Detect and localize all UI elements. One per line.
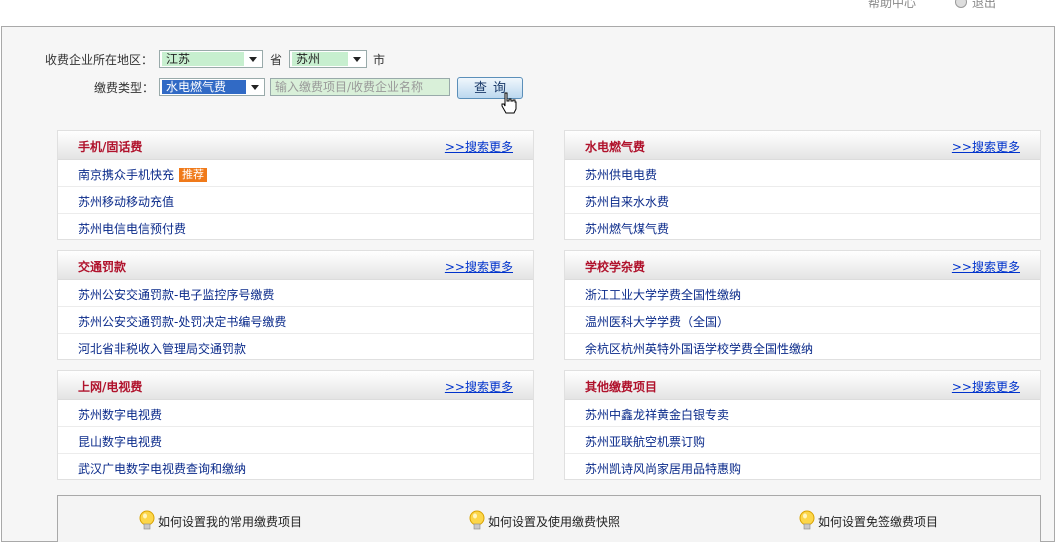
help-link[interactable]: 如何设置我的常用缴费项目	[158, 513, 302, 530]
list-item: 余杭区杭州英特外国语学校学费全国性缴纳	[565, 334, 1040, 361]
region-row: 收费企业所在地区：	[45, 49, 153, 69]
search-more-link[interactable]: >>搜索更多	[445, 258, 513, 275]
province-select[interactable]: 江苏	[159, 50, 263, 68]
help-box: 如何设置我的常用缴费项目 如何设置及使用缴费快照 如何设置免签缴费项目	[57, 495, 1041, 542]
city-select[interactable]: 苏州	[289, 50, 367, 68]
item-link[interactable]: 河北省非税收入管理局交通罚款	[78, 340, 246, 357]
help-item[interactable]: 如何设置我的常用缴费项目	[138, 510, 302, 532]
search-more-link[interactable]: >>搜索更多	[445, 378, 513, 395]
panel-utilities: 水电燃气费 >>搜索更多 苏州供电电费 苏州自来水水费 苏州燃气煤气费	[564, 130, 1041, 240]
panel-header: 上网/电视费 >>搜索更多	[58, 371, 533, 400]
panel-phone: 手机/固话费 >>搜索更多 南京携众手机快充 推荐 苏州移动移动充值 苏州电信电信…	[57, 130, 534, 240]
list-item: 苏州燃气煤气费	[565, 214, 1040, 241]
list-item: 南京携众手机快充 推荐	[58, 160, 533, 187]
panel-traffic: 交通罚款 >>搜索更多 苏州公安交通罚款-电子监控序号缴费 苏州公安交通罚款-处…	[57, 250, 534, 360]
city-suffix: 市	[373, 52, 386, 67]
item-link[interactable]: 浙江工业大学学费全国性缴纳	[585, 286, 741, 303]
list-item: 苏州自来水水费	[565, 187, 1040, 214]
search-more-link[interactable]: >>搜索更多	[952, 378, 1020, 395]
chevron-down-icon[interactable]	[246, 52, 260, 66]
list-item: 浙江工业大学学费全国性缴纳	[565, 280, 1040, 307]
province-suffix: 省	[270, 52, 283, 67]
list-item: 苏州公安交通罚款-电子监控序号缴费	[58, 280, 533, 307]
list-item: 昆山数字电视费	[58, 427, 533, 454]
item-link[interactable]: 苏州公安交通罚款-处罚决定书编号缴费	[78, 313, 286, 330]
top-link-exit[interactable]: 退出	[972, 0, 996, 11]
panel-school: 学校学杂费 >>搜索更多 浙江工业大学学费全国性缴纳 温州医科大学学费（全国） …	[564, 250, 1041, 360]
help-link[interactable]: 如何设置免签缴费项目	[818, 513, 938, 530]
item-link[interactable]: 苏州凯诗风尚家居用品特惠购	[585, 460, 741, 477]
recommend-badge: 推荐	[179, 168, 208, 182]
type-select[interactable]: 水电燃气费	[159, 78, 265, 96]
item-link[interactable]: 苏州亚联航空机票订购	[585, 433, 705, 450]
item-link[interactable]: 武汉广电数字电视费查询和缴纳	[78, 460, 246, 477]
chevron-down-icon[interactable]	[350, 52, 364, 66]
panel-title: 其他缴费项目	[585, 380, 658, 394]
type-label: 缴费类型：	[94, 80, 155, 95]
item-link[interactable]: 苏州移动移动充值	[78, 193, 174, 210]
item-link[interactable]: 苏州公安交通罚款-电子监控序号缴费	[78, 286, 274, 303]
panel-header: 手机/固话费 >>搜索更多	[58, 131, 533, 160]
list-item: 苏州中鑫龙祥黄金白银专卖	[565, 400, 1040, 427]
item-link[interactable]: 苏州自来水水费	[585, 193, 669, 210]
item-link[interactable]: 温州医科大学学费（全国）	[585, 313, 729, 330]
top-link-help[interactable]: 帮助中心	[868, 0, 916, 11]
help-link[interactable]: 如何设置及使用缴费快照	[488, 513, 620, 530]
panel-header: 水电燃气费 >>搜索更多	[565, 131, 1040, 160]
item-link[interactable]: 昆山数字电视费	[78, 433, 162, 450]
item-link[interactable]: 苏州数字电视费	[78, 406, 162, 423]
list-item: 苏州亚联航空机票订购	[565, 427, 1040, 454]
panel-title: 上网/电视费	[78, 380, 143, 394]
list-item: 苏州公安交通罚款-处罚决定书编号缴费	[58, 307, 533, 334]
list-item: 苏州移动移动充值	[58, 187, 533, 214]
exit-icon[interactable]	[955, 0, 967, 8]
panel-title: 水电燃气费	[585, 140, 646, 154]
search-more-link[interactable]: >>搜索更多	[952, 258, 1020, 275]
list-item: 温州医科大学学费（全国）	[565, 307, 1040, 334]
type-value: 水电燃气费	[162, 80, 246, 94]
list-item: 苏州凯诗风尚家居用品特惠购	[565, 454, 1040, 481]
list-item: 河北省非税收入管理局交通罚款	[58, 334, 533, 361]
province-value: 江苏	[162, 52, 244, 66]
lightbulb-icon	[469, 510, 485, 530]
city-value: 苏州	[292, 52, 348, 66]
panel-other: 其他缴费项目 >>搜索更多 苏州中鑫龙祥黄金白银专卖 苏州亚联航空机票订购 苏州…	[564, 370, 1041, 480]
hand-cursor-icon	[501, 92, 517, 114]
panel-title: 学校学杂费	[585, 260, 646, 274]
list-item: 苏州数字电视费	[58, 400, 533, 427]
keyword-input[interactable]: 输入缴费项目/收费企业名称	[270, 78, 450, 96]
lightbulb-icon	[139, 510, 155, 530]
item-link[interactable]: 苏州供电电费	[585, 166, 657, 183]
help-item[interactable]: 如何设置免签缴费项目	[798, 510, 938, 532]
item-link[interactable]: 苏州中鑫龙祥黄金白银专卖	[585, 406, 729, 423]
lightbulb-icon	[799, 510, 815, 530]
panel-title: 交通罚款	[78, 260, 127, 274]
panel-header: 交通罚款 >>搜索更多	[58, 251, 533, 280]
item-link[interactable]: 余杭区杭州英特外国语学校学费全国性缴纳	[585, 340, 813, 357]
search-more-link[interactable]: >>搜索更多	[445, 138, 513, 155]
panel-header: 其他缴费项目 >>搜索更多	[565, 371, 1040, 400]
list-item: 武汉广电数字电视费查询和缴纳	[58, 454, 533, 481]
panel-header: 学校学杂费 >>搜索更多	[565, 251, 1040, 280]
list-item: 苏州供电电费	[565, 160, 1040, 187]
panel-internet-tv: 上网/电视费 >>搜索更多 苏州数字电视费 昆山数字电视费 武汉广电数字电视费查…	[57, 370, 534, 480]
help-item[interactable]: 如何设置及使用缴费快照	[468, 510, 620, 532]
top-strip: 帮助中心 退出	[0, 0, 1056, 26]
region-label: 收费企业所在地区：	[45, 52, 154, 67]
panel-title: 手机/固话费	[78, 140, 143, 154]
item-link[interactable]: 苏州燃气煤气费	[585, 220, 669, 237]
search-more-link[interactable]: >>搜索更多	[952, 138, 1020, 155]
item-link[interactable]: 苏州电信电信预付费	[78, 220, 186, 237]
chevron-down-icon[interactable]	[248, 80, 262, 94]
list-item: 苏州电信电信预付费	[58, 214, 533, 241]
item-link[interactable]: 南京携众手机快充 推荐	[78, 166, 208, 183]
